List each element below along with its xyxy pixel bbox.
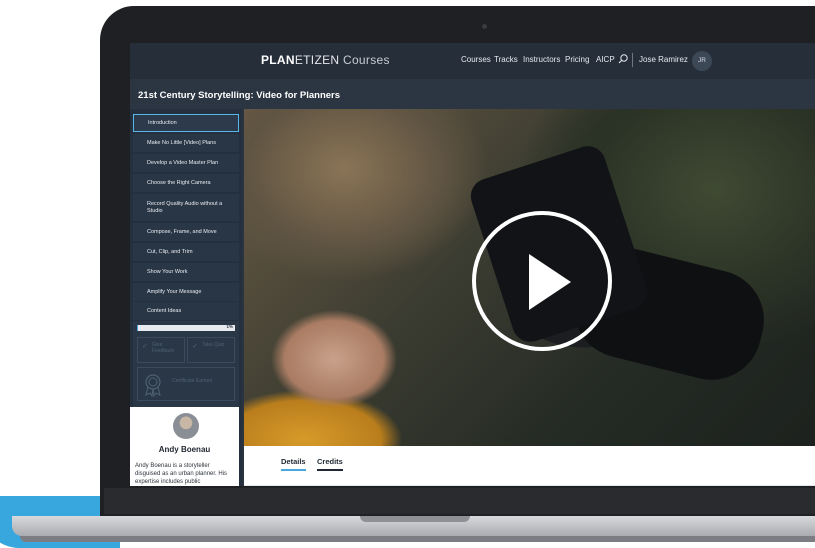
- laptop-hinge: [104, 488, 815, 514]
- give-feedback-button[interactable]: ✓ Give Feedback: [137, 337, 185, 363]
- play-icon[interactable]: [529, 254, 571, 310]
- brand-light: ETIZEN: [294, 53, 340, 67]
- instructor-card: Andy Boenau Andy Boenau is a storyteller…: [130, 407, 239, 486]
- lesson-item-make-no-little-plans[interactable]: Make No Little [Video] Plans: [133, 134, 239, 152]
- tab-credits[interactable]: Credits: [317, 457, 343, 471]
- give-feedback-label: Give Feedback: [152, 342, 174, 354]
- lesson-item-compose-frame-move[interactable]: Compose, Frame, and Move: [133, 223, 239, 241]
- certificate-medal-icon: [145, 374, 161, 397]
- nav-courses[interactable]: Courses: [461, 55, 491, 64]
- stage: PLANETIZEN Courses Courses Tracks Instru…: [0, 0, 815, 548]
- nav-tracks[interactable]: Tracks: [494, 55, 518, 64]
- screen: PLANETIZEN Courses Courses Tracks Instru…: [130, 43, 815, 486]
- content-tabs: Details Credits: [244, 446, 815, 486]
- lesson-item-show-your-work[interactable]: Show Your Work: [133, 263, 239, 281]
- course-title-bar: 21st Century Storytelling: Video for Pla…: [130, 79, 815, 109]
- user-avatar[interactable]: JR: [692, 51, 712, 71]
- certificate-label: Certificate Earned: [172, 378, 213, 384]
- lesson-item-amplify-message[interactable]: Amplify Your Message: [133, 283, 239, 301]
- laptop-notch: [360, 516, 470, 522]
- brand-suffix: Courses: [342, 53, 390, 67]
- certificate-button[interactable]: Certificate Earned: [137, 367, 235, 401]
- user-name[interactable]: Jose Ramirez: [639, 55, 688, 64]
- check-icon: ✓: [142, 343, 148, 350]
- brand-logo[interactable]: PLANETIZEN Courses: [261, 53, 390, 67]
- tab-details[interactable]: Details: [281, 457, 306, 471]
- progress-percent: 1%: [226, 324, 233, 329]
- search-icon[interactable]: [617, 53, 629, 65]
- take-quiz-label: Take Quiz: [202, 342, 225, 348]
- video-player[interactable]: [244, 109, 815, 446]
- nav-pricing[interactable]: Pricing: [565, 55, 589, 64]
- take-quiz-button[interactable]: ✓ Take Quiz: [187, 337, 235, 363]
- webcam-icon: [482, 24, 487, 29]
- lesson-item-video-master-plan[interactable]: Develop a Video Master Plan: [133, 154, 239, 172]
- progress-bar: 1%: [137, 324, 235, 331]
- instructor-bio: Andy Boenau is a storyteller disguised a…: [135, 463, 228, 485]
- lesson-item-introduction[interactable]: Introduction: [133, 114, 239, 132]
- course-title: 21st Century Storytelling: Video for Pla…: [138, 90, 341, 101]
- nav-divider: [632, 53, 633, 67]
- progress-panel: 1% ✓ Give Feedback ✓ Take Quiz Certifica…: [133, 321, 239, 407]
- laptop-base-shadow: [20, 536, 815, 542]
- check-icon: ✓: [192, 343, 198, 350]
- progress-bar-fill: [137, 325, 138, 331]
- instructor-avatar: [173, 413, 199, 439]
- instructor-name: Andy Boenau: [158, 445, 211, 454]
- lesson-item-cut-clip-trim[interactable]: Cut, Clip, and Trim: [133, 243, 239, 261]
- brand-bold: PLAN: [261, 53, 295, 67]
- nav-instructors[interactable]: Instructors: [523, 55, 560, 64]
- top-nav: PLANETIZEN Courses Courses Tracks Instru…: [130, 43, 815, 79]
- nav-aicp[interactable]: AICP: [596, 55, 615, 64]
- lesson-item-content-ideas[interactable]: Content Ideas: [133, 302, 239, 320]
- lesson-item-choose-camera[interactable]: Choose the Right Camera: [133, 174, 239, 192]
- lesson-sidebar: Introduction Make No Little [Video] Plan…: [130, 109, 242, 486]
- lesson-item-record-audio[interactable]: Record Quality Audio without a Studio: [133, 194, 239, 221]
